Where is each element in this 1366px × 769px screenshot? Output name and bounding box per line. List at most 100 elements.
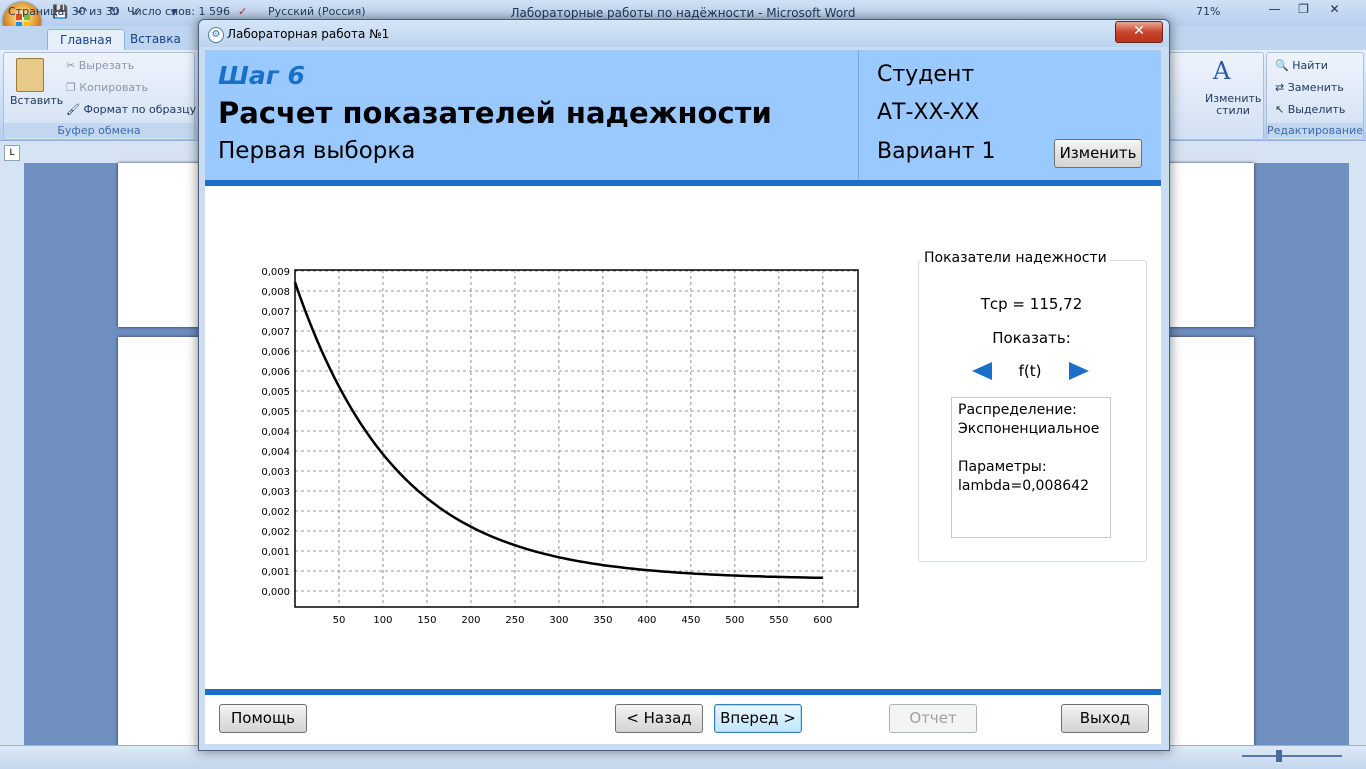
x-tick-label: 400 [637,615,656,626]
app-icon: ⚙ [208,27,224,43]
proofing-icon[interactable]: ✓ [238,5,247,18]
copy-button[interactable]: ❐ Копировать [66,81,148,94]
y-tick-label: 0,006 [261,347,290,358]
step-title: Расчет показателей надежности [218,96,772,130]
dialog-close-button[interactable]: ✕ [1115,21,1163,43]
x-tick-label: 150 [417,615,436,626]
params-label: Параметры: [958,459,1047,475]
tab-selector-icon[interactable]: L [4,145,20,161]
next-button[interactable]: Вперед > [714,704,802,733]
format-painter-label: Формат по образцу [83,103,197,116]
y-tick-label: 0,000 [261,587,290,598]
vertical-scrollbar[interactable] [1349,141,1366,745]
styles-group: A Изменить стили [1162,52,1264,140]
copy-label: Копировать [79,81,149,94]
y-tick-label: 0,001 [261,547,290,558]
y-axis-ticks: 0,009 0,008 0,007 0,007 0,006 0,006 0,005 0,005… [261,267,290,598]
x-tick-label: 50 [333,615,346,626]
distribution-label: Распределение: [958,402,1077,418]
cut-label: Вырезать [78,59,135,72]
y-tick-label: 0,009 [261,267,290,278]
step-subtitle: Первая выборка [218,138,416,164]
vertical-ruler [0,163,24,745]
restore-icon[interactable]: ❐ [1289,0,1318,18]
lab-dialog: ⚙ Лабораторная работа №1 ✕ Шаг 6 Расчет … [198,19,1170,751]
zoom-slider[interactable] [1230,750,1354,762]
select-button[interactable]: ↖ Выделить [1275,103,1345,116]
distribution-value: Экспоненциальное [958,421,1100,437]
x-tick-label: 350 [593,615,612,626]
x-tick-label: 500 [725,615,744,626]
variant-label: Вариант 1 [877,139,996,164]
y-tick-label: 0,007 [261,327,290,338]
x-tick-label: 250 [505,615,524,626]
x-tick-label: 100 [373,615,392,626]
exit-button[interactable]: Выход [1061,704,1149,733]
clipboard-group: Вставить ✂ Вырезать ❐ Копировать 🖌 Форма… [3,52,196,140]
replace-label: Заменить [1287,81,1344,94]
zoom-thumb[interactable] [1276,750,1282,762]
zoom-level[interactable]: 71% [1196,5,1220,18]
step-number: Шаг 6 [218,61,305,90]
dialog-title: Лабораторная работа №1 [227,27,390,41]
change-styles-button[interactable]: Изменить стили [1205,93,1261,117]
density-chart: 0,009 0,008 0,007 0,007 0,006 0,006 0,005 0,005… [261,267,859,626]
chart-grid [295,270,858,607]
paste-icon[interactable] [16,58,44,92]
find-button[interactable]: 🔍 Найти [1275,59,1328,72]
y-tick-label: 0,005 [261,387,290,398]
close-icon[interactable]: ✕ [1320,0,1349,18]
x-tick-label: 450 [681,615,700,626]
clipboard-group-label: Буфер обмена [4,123,194,138]
y-tick-label: 0,003 [261,487,290,498]
y-tick-label: 0,003 [261,467,290,478]
header-divider [858,50,859,180]
show-label: Показать: [992,329,1071,347]
zoom-track [1242,755,1342,757]
y-tick-label: 0,006 [261,367,290,378]
tab-insert[interactable]: Вставка [118,29,193,50]
find-label: Найти [1292,59,1328,72]
language[interactable]: Русский (Россия) [268,5,366,18]
help-button[interactable]: Помощь [219,704,307,733]
change-styles-icon[interactable]: A [1213,57,1230,85]
tab-home[interactable]: Главная [47,29,125,51]
y-tick-label: 0,004 [261,427,290,438]
student-group: АТ-XX-XX [877,100,980,125]
y-tick-label: 0,005 [261,407,290,418]
plot-frame [294,269,859,608]
y-tick-label: 0,008 [261,287,290,298]
y-tick-label: 0,004 [261,447,290,458]
replace-button[interactable]: ⇄ Заменить [1275,81,1344,94]
panel-legend: Показатели надежности [921,250,1110,266]
params-value: lambda=0,008642 [958,478,1089,494]
header-accent-bar [205,180,1161,186]
student-name: Студент [877,62,975,87]
back-button[interactable]: < Назад [615,704,703,733]
y-tick-label: 0,002 [261,507,290,518]
x-tick-label: 600 [813,615,832,626]
x-axis-ticks: 50 100 150 200 250 300 350 400 450 500 550 600 [333,615,833,626]
next-function-arrow-icon[interactable] [1069,362,1089,380]
page-count[interactable]: Страница: 30 из 30 [8,5,120,18]
change-student-button[interactable]: Изменить [1054,139,1142,168]
y-tick-label: 0,007 [261,307,290,318]
distribution-info-box: Распределение: Экспоненциальное Параметр… [951,397,1111,538]
cut-button[interactable]: ✂ Вырезать [66,59,134,72]
x-tick-label: 200 [461,615,480,626]
dialog-client: Шаг 6 Расчет показателей надежности Перв… [205,50,1161,744]
y-tick-label: 0,001 [261,567,290,578]
select-label: Выделить [1287,103,1346,116]
paste-button[interactable]: Вставить [10,94,63,107]
footer-accent-bar [205,689,1161,695]
y-tick-label: 0,002 [261,527,290,538]
function-name: f(t) [1018,362,1042,380]
x-tick-label: 550 [769,615,788,626]
editing-group: 🔍 Найти ⇄ Заменить ↖ Выделить Редактиров… [1266,52,1364,140]
report-button[interactable]: Отчет [889,704,977,733]
format-painter-button[interactable]: 🖌 Формат по образцу [66,103,196,116]
minimize-icon[interactable]: — [1260,0,1289,18]
prev-function-arrow-icon[interactable] [972,362,992,380]
word-count[interactable]: Число слов: 1 596 [127,5,230,18]
